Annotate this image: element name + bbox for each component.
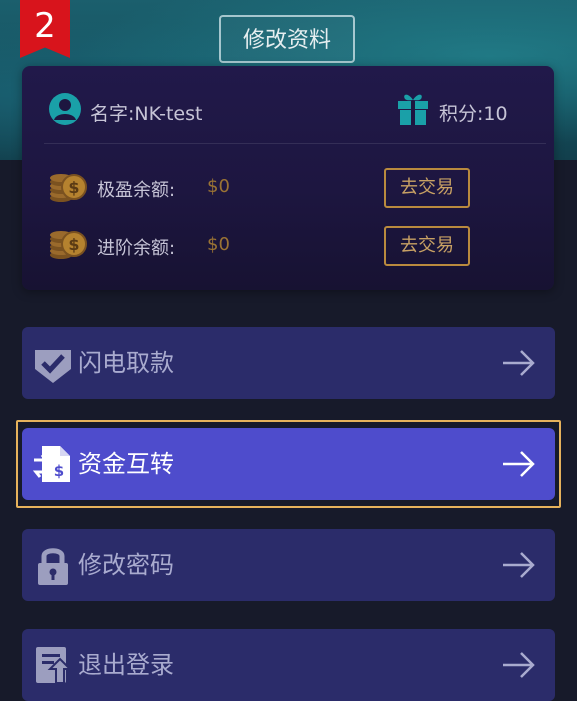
svg-text:$: $ (54, 462, 64, 480)
balance-value: $0 (207, 176, 230, 197)
arrow-right-icon (503, 652, 535, 678)
arrow-right-icon (503, 350, 535, 376)
menu-item-change-password[interactable]: 修改密码 (22, 529, 555, 601)
shield-check-icon (35, 345, 71, 383)
points-label: 积分: (439, 103, 484, 125)
name-value: NK-test (134, 103, 203, 125)
transfer-icon: $ (32, 446, 70, 482)
user-name: 名字:NK-test (90, 99, 202, 126)
menu-label: 资金互转 (78, 450, 174, 478)
points: 积分:10 (439, 99, 508, 126)
user-avatar-icon (49, 93, 81, 125)
logout-icon (36, 647, 73, 684)
name-label: 名字: (90, 103, 135, 125)
lock-icon (38, 548, 68, 585)
balance-label: 进阶余额: (97, 238, 176, 259)
menu-label: 退出登录 (78, 651, 174, 679)
menu-item-quick-withdraw[interactable]: 闪电取款 (22, 327, 555, 399)
edit-profile-button[interactable]: 修改资料 (219, 15, 355, 63)
gift-icon (398, 94, 428, 125)
arrow-right-icon (503, 451, 535, 477)
points-value: 10 (483, 103, 508, 125)
arrow-right-icon (503, 552, 535, 578)
svg-text:$: $ (68, 235, 79, 254)
menu-item-fund-transfer[interactable]: $ 资金互转 (22, 428, 555, 500)
menu-label: 闪电取款 (78, 349, 174, 377)
balance-label: 极盈余额: (97, 180, 176, 201)
menu-label: 修改密码 (78, 551, 174, 579)
coins-icon: $ (50, 174, 87, 202)
card-divider (44, 143, 546, 144)
svg-text:$: $ (68, 178, 79, 197)
coins-icon: $ (50, 231, 87, 259)
trade-button[interactable]: 去交易 (384, 226, 470, 266)
account-card: 名字:NK-test 积分:10 $ 极盈余额: $0 去交易 $ 进阶余额: … (22, 66, 554, 290)
menu-item-logout[interactable]: 退出登录 (22, 629, 555, 701)
trade-button[interactable]: 去交易 (384, 168, 470, 208)
balance-value: $0 (207, 234, 230, 255)
